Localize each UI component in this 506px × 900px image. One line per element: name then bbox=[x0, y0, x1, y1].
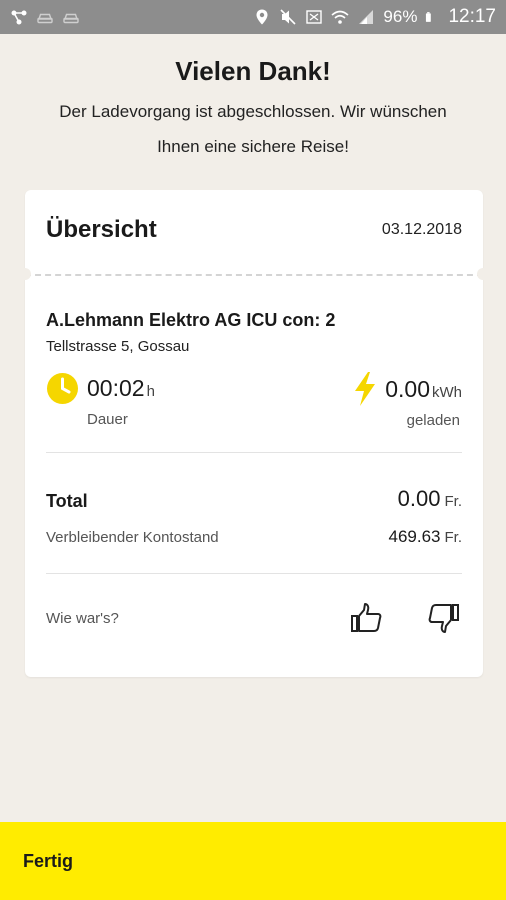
energy-unit: kWh bbox=[432, 383, 462, 401]
ticket-notch-right bbox=[477, 268, 489, 280]
duration-value: 00:02 bbox=[87, 375, 145, 401]
network-icon bbox=[11, 10, 27, 25]
duration-unit: h bbox=[146, 383, 155, 400]
clock-icon bbox=[47, 373, 78, 404]
mute-icon bbox=[280, 9, 296, 25]
energy-metric: 0.00 kWh geladen bbox=[353, 372, 462, 429]
done-button-label: Fertig bbox=[23, 850, 74, 871]
subtitle-line-1: Der Ladevorgang ist abgeschlossen. Wir w… bbox=[59, 102, 447, 121]
section-divider bbox=[46, 573, 462, 574]
section-divider bbox=[46, 452, 462, 453]
energy-label: geladen bbox=[406, 412, 460, 429]
summary-card: Übersicht 03.12.2018 A.Lehmann Elektro A… bbox=[19, 190, 489, 677]
page-subtitle: Der Ladevorgang ist abgeschlossen. Wir w… bbox=[30, 94, 476, 164]
car-icon bbox=[63, 13, 79, 24]
location-icon bbox=[256, 9, 268, 25]
total-currency: Fr. bbox=[444, 493, 463, 510]
duration-label: Dauer bbox=[87, 411, 128, 428]
energy-value: 0.00 bbox=[385, 375, 430, 402]
total-value: 0.00 bbox=[397, 486, 441, 511]
page-title: Vielen Dank! bbox=[175, 56, 331, 86]
total-label: Total bbox=[46, 491, 88, 511]
battery-percent: 96% bbox=[383, 7, 418, 26]
thumbs-down-icon[interactable] bbox=[426, 601, 460, 635]
battery-icon bbox=[426, 12, 432, 22]
station-name: A.Lehmann Elektro AG ICU con: 2 bbox=[46, 310, 336, 330]
total-amount: 0.00 Fr. bbox=[398, 486, 462, 512]
summary-title: Übersicht bbox=[46, 216, 157, 243]
status-left-icons bbox=[10, 8, 80, 26]
balance-value: 469.63 bbox=[388, 527, 441, 546]
car-icon bbox=[37, 13, 53, 24]
ticket-notch-left bbox=[19, 268, 31, 280]
done-button[interactable]: Fertig bbox=[0, 822, 506, 900]
balance-label: Verbleibender Kontostand bbox=[46, 529, 219, 546]
subtitle-line-2: Ihnen eine sichere Reise! bbox=[157, 137, 349, 156]
feedback-label: Wie war's? bbox=[46, 610, 119, 627]
dashed-divider bbox=[25, 274, 483, 276]
lightning-icon bbox=[355, 372, 376, 406]
duration-metric: 00:02 h Dauer bbox=[46, 372, 155, 428]
status-right-icons: 96% 12:17 bbox=[253, 6, 496, 28]
data-icon bbox=[306, 10, 323, 24]
balance-currency: Fr. bbox=[444, 529, 463, 546]
wifi-icon bbox=[331, 10, 349, 24]
thumbs-up-icon[interactable] bbox=[350, 601, 384, 635]
balance-amount: 469.63 Fr. bbox=[389, 527, 463, 547]
signal-icon bbox=[359, 10, 374, 24]
status-bar: 96% 12:17 bbox=[0, 0, 506, 34]
clock-time: 12:17 bbox=[448, 6, 496, 27]
station-address: Tellstrasse 5, Gossau bbox=[46, 338, 190, 355]
summary-date: 03.12.2018 bbox=[381, 221, 462, 238]
